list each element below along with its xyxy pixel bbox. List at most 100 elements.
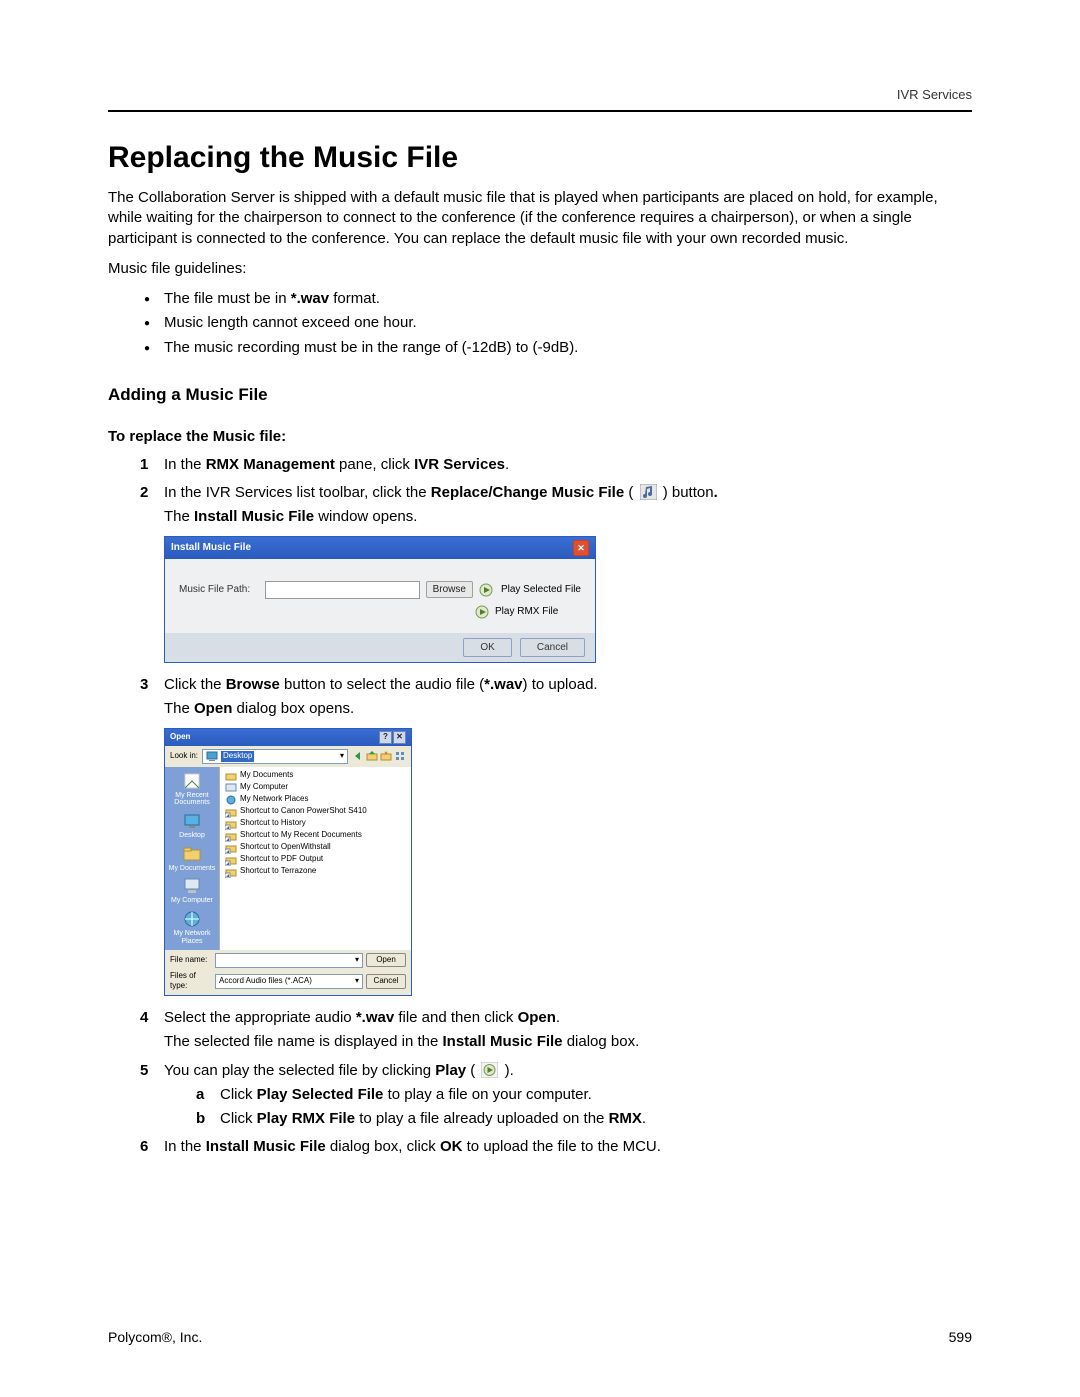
- bold-text: Browse: [226, 676, 280, 693]
- play-selected-file-link[interactable]: Play Selected File: [501, 583, 581, 597]
- guideline-item: The music recording must be in the range…: [108, 338, 972, 358]
- file-item[interactable]: Shortcut to PDF Output: [224, 854, 407, 866]
- sidebar-my-computer[interactable]: My Computer: [171, 876, 213, 905]
- text: dialog box, click: [326, 1138, 440, 1155]
- text: to play a file already uploaded on the: [355, 1110, 609, 1127]
- file-item[interactable]: My Computer: [224, 782, 407, 794]
- bold-text: Play Selected File: [257, 1086, 384, 1103]
- text: (: [466, 1062, 475, 1079]
- file-label: Shortcut to PDF Output: [240, 854, 323, 865]
- guideline-item: The file must be in *.wav format.: [108, 289, 972, 309]
- toolbar-icons: ✶: [352, 750, 406, 762]
- step-1: 1 In the RMX Management pane, click IVR …: [108, 455, 972, 475]
- bold-text: Open: [194, 700, 232, 717]
- bold-text: Play RMX File: [257, 1110, 355, 1127]
- step-number: 6: [140, 1137, 148, 1157]
- text: to play a file on your computer.: [383, 1086, 591, 1103]
- play-icon[interactable]: [475, 605, 491, 619]
- file-item[interactable]: Shortcut to OpenWithstall: [224, 842, 407, 854]
- step-number: 3: [140, 675, 148, 695]
- play-icon[interactable]: [479, 583, 495, 597]
- file-label: Shortcut to My Recent Documents: [240, 830, 362, 841]
- chevron-down-icon: ▾: [355, 955, 359, 966]
- page-footer: Polycom®, Inc. 599: [108, 1328, 972, 1347]
- guidelines-list: The file must be in *.wav format. Music …: [108, 289, 972, 358]
- sidebar-desktop[interactable]: Desktop: [179, 811, 205, 840]
- cancel-button[interactable]: Cancel: [366, 974, 406, 989]
- look-in-label: Look in:: [170, 751, 198, 762]
- file-label: Shortcut to Canon PowerShot S410: [240, 806, 367, 817]
- footer-page-number: 599: [949, 1328, 972, 1347]
- dialog-title: Install Music File: [171, 541, 251, 555]
- text: Click the: [164, 676, 226, 693]
- text: dialog box.: [563, 1033, 640, 1050]
- filename-input[interactable]: ▾: [215, 953, 363, 968]
- close-button[interactable]: ✕: [573, 540, 589, 556]
- new-folder-icon[interactable]: ✶: [380, 750, 392, 762]
- step-4-line2: The selected file name is displayed in t…: [164, 1032, 972, 1052]
- document-header-section: IVR Services: [108, 86, 972, 104]
- file-item[interactable]: My Documents: [224, 770, 407, 782]
- bold-text: Install Music File: [443, 1033, 563, 1050]
- ok-button[interactable]: OK: [463, 638, 511, 658]
- browse-button[interactable]: Browse: [426, 581, 473, 599]
- sidebar-my-documents[interactable]: My Documents: [169, 844, 216, 873]
- text: The: [164, 508, 194, 525]
- open-button[interactable]: Open: [366, 953, 406, 968]
- open-dialog-footer: File name: ▾ Open Files of type: Accord …: [165, 950, 411, 996]
- filetype-dropdown[interactable]: Accord Audio files (*.ACA)▾: [215, 974, 363, 989]
- play-icon: [481, 1062, 498, 1078]
- sidebar-recent[interactable]: My Recent Documents: [165, 771, 219, 807]
- text: format.: [329, 290, 380, 307]
- to-replace-heading: To replace the Music file:: [108, 427, 972, 447]
- header-divider: [108, 110, 972, 112]
- text: The: [164, 700, 194, 717]
- file-label: My Computer: [240, 782, 288, 793]
- step-number: 5: [140, 1061, 148, 1081]
- computer-icon: [182, 876, 202, 896]
- sidebar-my-network[interactable]: My Network Places: [165, 909, 219, 945]
- step-6: 6 In the Install Music File dialog box, …: [108, 1137, 972, 1157]
- shortcut-icon: [225, 830, 237, 842]
- text: to upload the file to the MCU.: [462, 1138, 660, 1155]
- open-file-dialog: Open ? ✕ Look in: Desktop ▾ ✶: [164, 728, 412, 996]
- up-folder-icon[interactable]: [366, 750, 378, 762]
- bold-text: *.wav: [356, 1009, 394, 1026]
- bold-text: Install Music File: [194, 508, 314, 525]
- step-5b: b Click Play RMX File to play a file alr…: [164, 1109, 972, 1129]
- file-item[interactable]: My Network Places: [224, 794, 407, 806]
- step-3: 3 Click the Browse button to select the …: [108, 675, 972, 720]
- cancel-button[interactable]: Cancel: [520, 638, 585, 658]
- help-button[interactable]: ?: [379, 731, 392, 744]
- guideline-item: Music length cannot exceed one hour.: [108, 313, 972, 333]
- music-file-path-input[interactable]: [265, 581, 420, 599]
- look-in-dropdown[interactable]: Desktop ▾: [202, 749, 348, 764]
- file-list-area: My Documents My Computer My Network Plac…: [219, 767, 411, 950]
- file-item[interactable]: Shortcut to Terrazone: [224, 866, 407, 878]
- text: You can play the selected file by clicki…: [164, 1062, 435, 1079]
- filename-label: File name:: [170, 955, 212, 966]
- back-icon[interactable]: [352, 750, 364, 762]
- file-label: Shortcut to OpenWithstall: [240, 842, 331, 853]
- bold-text: IVR Services: [414, 456, 505, 473]
- bold-text: *.wav: [291, 290, 329, 307]
- sidebar-label: My Documents: [169, 865, 216, 872]
- chevron-down-icon: ▾: [355, 976, 359, 987]
- text: .: [642, 1110, 646, 1127]
- text: .: [505, 456, 509, 473]
- filetype-label: Files of type:: [170, 971, 212, 993]
- views-icon[interactable]: [394, 750, 406, 762]
- close-button[interactable]: ✕: [393, 731, 406, 744]
- file-item[interactable]: Shortcut to History: [224, 818, 407, 830]
- text: Select the appropriate audio: [164, 1009, 356, 1026]
- step-number: 4: [140, 1008, 148, 1028]
- desktop-icon: [206, 750, 218, 762]
- play-rmx-file-link[interactable]: Play RMX File: [495, 605, 558, 619]
- text: ).: [505, 1062, 514, 1079]
- adding-music-heading: Adding a Music File: [108, 384, 972, 407]
- file-item[interactable]: Shortcut to Canon PowerShot S410: [224, 806, 407, 818]
- folder-icon: [182, 844, 202, 864]
- install-music-file-dialog: Install Music File ✕ Music File Path: Br…: [164, 536, 596, 664]
- look-in-value: Desktop: [221, 751, 254, 762]
- file-item[interactable]: Shortcut to My Recent Documents: [224, 830, 407, 842]
